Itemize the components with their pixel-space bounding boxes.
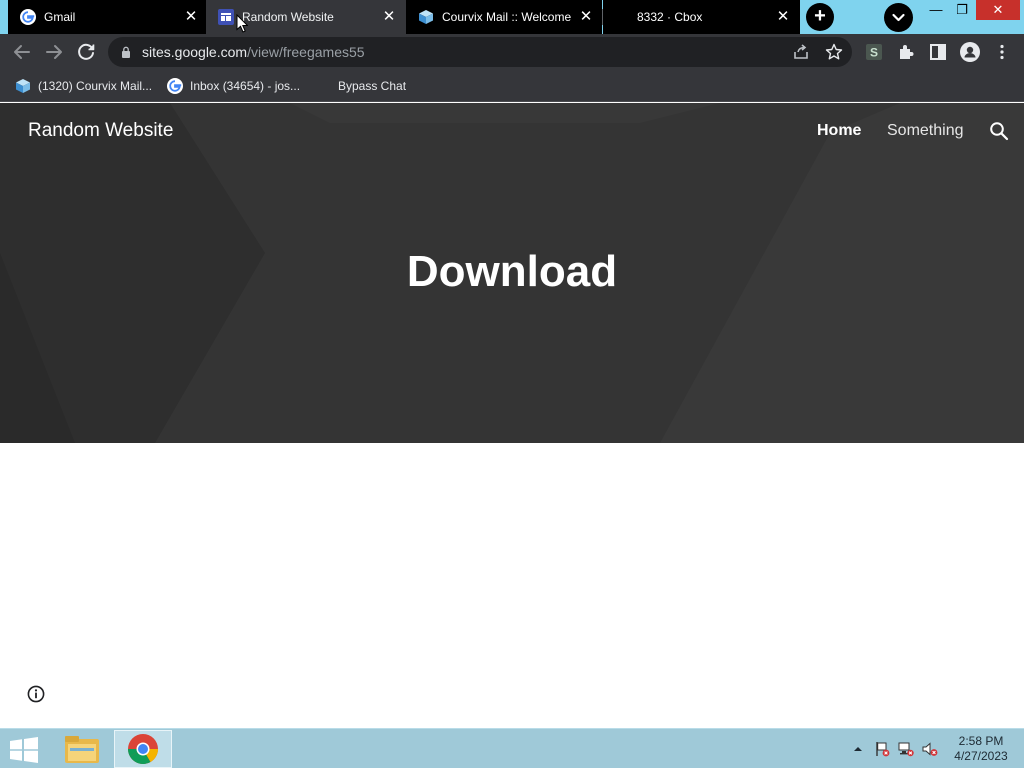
volume-muted-icon[interactable] (922, 741, 938, 757)
bookmark-label: (1320) Courvix Mail... (38, 79, 153, 93)
new-tab-button[interactable]: + (806, 3, 834, 31)
lock-icon[interactable] (120, 46, 132, 58)
extension-s-icon[interactable]: S (865, 43, 883, 61)
url-path: /view/freegames55 (247, 44, 365, 60)
tab-search-button[interactable] (884, 3, 913, 32)
taskbar-chrome[interactable] (114, 730, 172, 768)
bookmark-label: Inbox (34654) - jos... (190, 79, 301, 93)
share-icon[interactable] (792, 43, 810, 61)
courvix-cube-icon (419, 10, 433, 24)
kebab-menu-icon[interactable] (993, 43, 1011, 61)
address-bar[interactable]: sites.google.com/view/freegames55 (108, 37, 852, 67)
url-text: sites.google.com/view/freegames55 (142, 44, 365, 60)
tab-gmail[interactable]: Gmail ✕ (8, 0, 206, 34)
tab-close-icon[interactable]: ✕ (182, 8, 200, 26)
page-heading: Download (406, 247, 618, 296)
windows-taskbar: 2:58 PM 4/27/2023 (0, 728, 1024, 768)
action-center-flag-icon[interactable] (874, 741, 890, 757)
bookmark-star-icon[interactable] (825, 43, 843, 61)
tab-close-icon[interactable]: ✕ (577, 8, 595, 26)
back-arrow-icon[interactable] (10, 40, 34, 64)
clock-time: 2:58 PM (958, 734, 1004, 748)
extensions-puzzle-icon[interactable] (897, 43, 915, 61)
windows-start-icon[interactable] (9, 737, 39, 763)
google-g-icon (20, 9, 36, 25)
taskbar-clock[interactable]: 2:58 PM 4/27/2023 (946, 734, 1016, 764)
tab-title: Random Website (242, 10, 334, 24)
tab-title: Gmail (44, 10, 76, 24)
window-close-button[interactable]: ✕ (976, 0, 1020, 20)
tab-close-icon[interactable]: ✕ (380, 8, 398, 26)
tab-title: Courvix Mail :: Welcome (442, 10, 572, 24)
chrome-icon (127, 734, 158, 765)
tab-cbox[interactable]: 8332 · Cbox ✕ (603, 0, 800, 34)
tab-strip: Gmail ✕ Random Website ✕ Courvix Mail ::… (0, 0, 1024, 34)
forward-arrow-icon[interactable] (42, 40, 66, 64)
network-icon[interactable] (898, 741, 914, 757)
bookmark-bypass-chat[interactable]: Bypass Chat (338, 77, 418, 95)
chevron-down-icon (892, 13, 905, 22)
tab-courvix-mail[interactable]: Courvix Mail :: Welcome ✕ (406, 0, 602, 34)
search-icon[interactable] (989, 121, 1009, 141)
hero-banner: Random Website Home Something Download (0, 103, 1024, 443)
tab-title: 8332 · Cbox (637, 10, 703, 24)
nav-home[interactable]: Home (817, 122, 861, 140)
tab-close-icon[interactable]: ✕ (774, 8, 792, 26)
tray-expand-icon[interactable] (850, 741, 866, 757)
google-g-icon (167, 78, 183, 94)
mouse-cursor-icon (236, 14, 248, 33)
restore-button[interactable]: ❐ (947, 0, 977, 20)
taskbar-file-explorer[interactable] (53, 730, 111, 768)
clock-date: 4/27/2023 (954, 749, 1008, 763)
bookmark-label: Bypass Chat (338, 79, 407, 93)
folder-icon (65, 736, 99, 763)
info-icon[interactable] (27, 685, 45, 703)
side-panel-icon[interactable] (929, 43, 947, 61)
nav-something[interactable]: Something (887, 122, 964, 140)
google-sites-icon (218, 9, 234, 25)
courvix-cube-icon (16, 79, 30, 93)
browser-toolbar: sites.google.com/view/freegames55 S (0, 34, 1024, 70)
bookmark-inbox[interactable]: Inbox (34654) - jos... (167, 77, 307, 95)
site-title[interactable]: Random Website (28, 120, 173, 142)
reload-icon[interactable] (74, 40, 98, 64)
bookmark-courvix-mail[interactable]: (1320) Courvix Mail... (15, 77, 155, 95)
bookmarks-bar: (1320) Courvix Mail... Inbox (34654) - j… (0, 70, 1024, 102)
profile-avatar-icon[interactable] (960, 42, 980, 62)
svg-text:S: S (870, 46, 878, 60)
url-host: sites.google.com (142, 44, 248, 60)
